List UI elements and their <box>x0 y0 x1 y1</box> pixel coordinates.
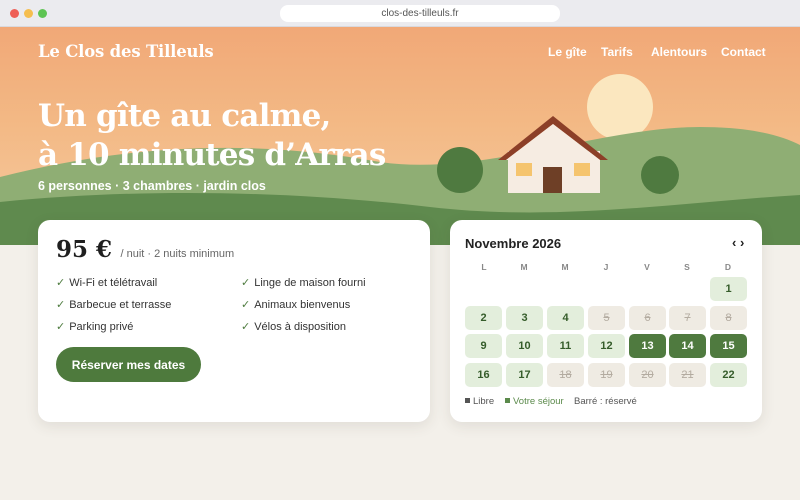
weekday-label: M <box>520 262 528 272</box>
feature-label: Barbecue et terrasse <box>69 299 172 311</box>
calendar-day-12[interactable]: 12 <box>588 334 625 358</box>
book-dates-button[interactable]: Réserver mes dates <box>56 347 201 382</box>
price-note: / nuit · 2 nuits minimum <box>120 248 235 260</box>
legend-libre-label: Libre <box>473 396 495 407</box>
right-tree-shape <box>641 156 679 194</box>
feature-item: ✓ Animaux bienvenus <box>241 298 350 311</box>
feature-label: Animaux bienvenus <box>254 299 351 311</box>
weekday-label: V <box>644 262 650 272</box>
house-door-shape <box>543 167 562 193</box>
feature-item: ✓ Parking privé <box>56 320 133 333</box>
calendar-day-4[interactable]: 4 <box>547 306 584 330</box>
sun-shape <box>587 74 653 140</box>
calendar-day-3[interactable]: 3 <box>506 306 543 330</box>
feature-label: Parking privé <box>69 321 134 333</box>
feature-item: ✓ Vélos à disposition <box>241 320 346 333</box>
window-close-button[interactable] <box>10 9 19 18</box>
feature-item: ✓ Linge de maison fourni <box>241 276 366 289</box>
site-logo[interactable]: Le Clos des Tilleuls <box>38 42 214 61</box>
price-row: 95 € / nuit · 2 nuits minimum <box>56 236 234 263</box>
check-icon: ✓ <box>56 299 66 311</box>
window-minimize-button[interactable] <box>24 9 33 18</box>
check-icon: ✓ <box>56 277 66 289</box>
calendar-day-5: 5 <box>588 306 625 330</box>
hero-headline-line1: Un gîte au calme, <box>38 98 331 134</box>
window-maximize-button[interactable] <box>38 9 47 18</box>
calendar-day-6: 6 <box>629 306 666 330</box>
calendar-day-13[interactable]: 13 <box>629 334 666 358</box>
check-icon: ✓ <box>241 277 251 289</box>
legend-sejour-label: Votre séjour <box>513 396 564 407</box>
feature-label: Wi-Fi et télétravail <box>69 277 158 289</box>
calendar-day-7: 7 <box>669 306 706 330</box>
next-month-icon[interactable]: › <box>740 235 744 250</box>
house-window-shape <box>516 163 532 176</box>
calendar-day-22[interactable]: 22 <box>710 363 747 387</box>
previous-month-icon[interactable]: ‹ <box>732 235 736 250</box>
price-amount: 95 € <box>56 236 113 263</box>
left-tree-shape <box>437 147 483 193</box>
browser-chrome: clos-des-tilleuls.fr <box>0 0 800 27</box>
calendar-day-11[interactable]: 11 <box>547 334 584 358</box>
calendar-day-17[interactable]: 17 <box>506 363 543 387</box>
nav-link-contact[interactable]: Contact <box>721 45 766 59</box>
hero-subline: 6 personnes · 3 chambres · jardin clos <box>38 179 266 193</box>
calendar-day-8: 8 <box>710 306 747 330</box>
legend-square-icon <box>505 398 510 403</box>
weekday-label: S <box>684 262 690 272</box>
calendar-day-20: 20 <box>629 363 666 387</box>
hero-headline: Un gîte au calme, à 10 minutes d’Arras <box>38 97 386 175</box>
calendar-day-19: 19 <box>588 363 625 387</box>
calendar-day-14[interactable]: 14 <box>669 334 706 358</box>
calendar-day-16[interactable]: 16 <box>465 363 502 387</box>
feature-item: ✓ Wi-Fi et télétravail <box>56 276 157 289</box>
nav-link-alentours[interactable]: Alentours <box>651 45 707 59</box>
legend-square-icon <box>465 398 470 403</box>
calendar-day-18: 18 <box>547 363 584 387</box>
calendar-day-15[interactable]: 15 <box>710 334 747 358</box>
legend-votre-sejour: Votre séjour <box>505 396 564 407</box>
feature-item: ✓ Barbecue et terrasse <box>56 298 171 311</box>
check-icon: ✓ <box>241 299 251 311</box>
house-window-shape <box>574 163 590 176</box>
weekday-label: M <box>561 262 569 272</box>
legend-libre: Libre <box>465 396 494 407</box>
calendar-day-9[interactable]: 9 <box>465 334 502 358</box>
address-bar[interactable]: clos-des-tilleuls.fr <box>280 5 560 22</box>
feature-label: Linge de maison fourni <box>254 277 366 289</box>
calendar-day-10[interactable]: 10 <box>506 334 543 358</box>
calendar-day-1[interactable]: 1 <box>710 277 747 301</box>
legend-reserve: Barré : réservé <box>574 396 637 407</box>
hero-headline-line2: à 10 minutes d’Arras <box>38 137 386 173</box>
nav-link-le-gite[interactable]: Le gîte <box>548 45 587 59</box>
check-icon: ✓ <box>241 321 251 333</box>
availability-calendar: Novembre 2026 ‹ › L M M J V S D 12345678… <box>450 220 762 422</box>
pricing-card: 95 € / nuit · 2 nuits minimum ✓ Wi-Fi et … <box>38 220 430 422</box>
calendar-day-2[interactable]: 2 <box>465 306 502 330</box>
weekday-label: L <box>481 262 487 272</box>
feature-label: Vélos à disposition <box>254 321 346 333</box>
weekday-label: J <box>603 262 609 272</box>
nav-link-tarifs[interactable]: Tarifs <box>601 45 633 59</box>
check-icon: ✓ <box>56 321 66 333</box>
calendar-month-title: Novembre 2026 <box>465 236 562 251</box>
calendar-day-21: 21 <box>669 363 706 387</box>
weekday-label: D <box>724 262 732 272</box>
